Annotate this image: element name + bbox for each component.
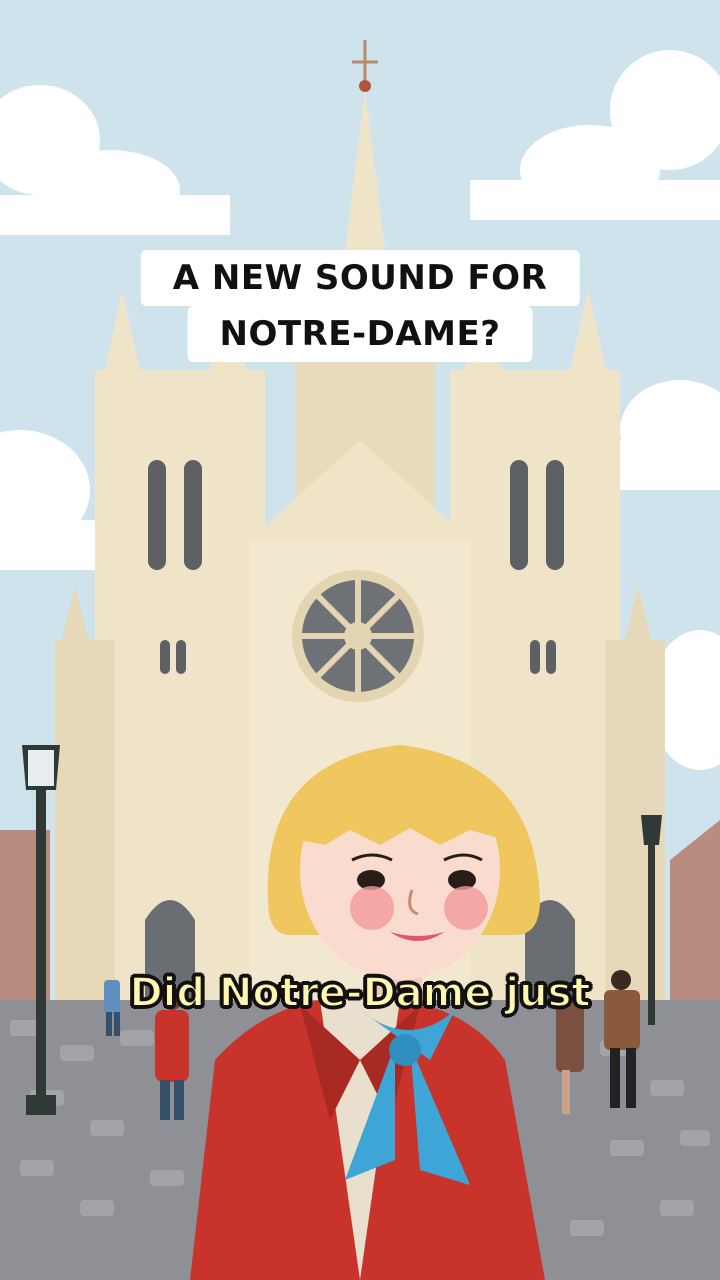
- headline-line-2: NOTRE-DAME?: [187, 306, 533, 362]
- subtitle-caption: Did Notre-Dame just: [128, 969, 591, 1017]
- illustration-scene: [0, 0, 720, 1280]
- headline-line-1: A NEW SOUND FOR: [140, 250, 580, 306]
